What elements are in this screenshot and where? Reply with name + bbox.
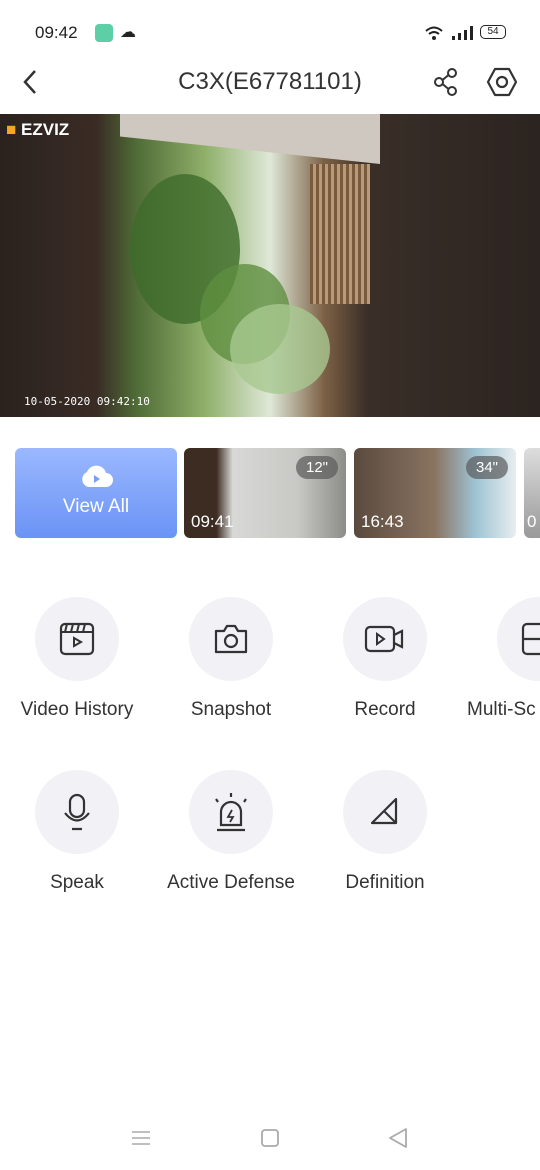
share-icon[interactable] <box>432 67 460 97</box>
clip-time: 16:43 <box>361 512 404 531</box>
live-video-feed[interactable] <box>0 114 540 417</box>
snapshot-button[interactable]: Snapshot <box>154 597 308 721</box>
video-history-icon <box>59 622 95 656</box>
recording-thumbnail[interactable]: 34" 16:43 <box>354 448 516 538</box>
view-all-label: View All <box>62 496 130 517</box>
battery-icon: 54 <box>480 25 506 39</box>
clip-duration: 34" <box>465 456 508 479</box>
video-record-icon <box>364 625 404 653</box>
status-time: 09:42 <box>35 23 78 42</box>
clip-time: 0 <box>527 512 537 531</box>
settings-icon[interactable] <box>486 66 518 98</box>
ezviz-logo: ■ EZVIZ <box>6 120 70 139</box>
recording-thumbnail[interactable]: 12" 09:41 <box>184 448 346 538</box>
definition-button[interactable]: Definition <box>308 770 462 894</box>
multi-screen-button[interactable]: Multi-Sc <box>466 597 540 737</box>
record-button[interactable]: Record <box>308 597 462 721</box>
wifi-signal-icon <box>425 26 473 40</box>
back-nav-icon[interactable] <box>387 1127 409 1149</box>
clip-duration: 12" <box>295 456 338 479</box>
microphone-icon <box>64 793 90 831</box>
active-defense-button[interactable]: Active Defense <box>154 770 308 894</box>
home-icon[interactable] <box>259 1127 281 1149</box>
app-notification-icon <box>95 24 113 42</box>
menu-icon[interactable] <box>130 1128 152 1148</box>
video-history-button[interactable]: Video History <box>0 597 154 721</box>
multi-screen-icon <box>521 622 540 656</box>
system-nav-bar <box>0 1125 540 1155</box>
definition-icon <box>370 797 398 825</box>
cloud-play-icon <box>82 465 113 487</box>
siren-icon <box>215 793 247 832</box>
view-all-button[interactable]: View All <box>15 448 177 538</box>
status-bar: 09:42 ☁ 54 <box>0 0 540 64</box>
recording-thumbnail[interactable]: 0 <box>524 448 540 538</box>
cloud-icon: ☁ <box>120 24 136 41</box>
speak-button[interactable]: Speak <box>0 770 154 894</box>
camera-icon <box>214 624 248 654</box>
video-timestamp: 10-05-2020 09:42:10 <box>24 395 150 408</box>
clip-time: 09:41 <box>191 512 234 531</box>
